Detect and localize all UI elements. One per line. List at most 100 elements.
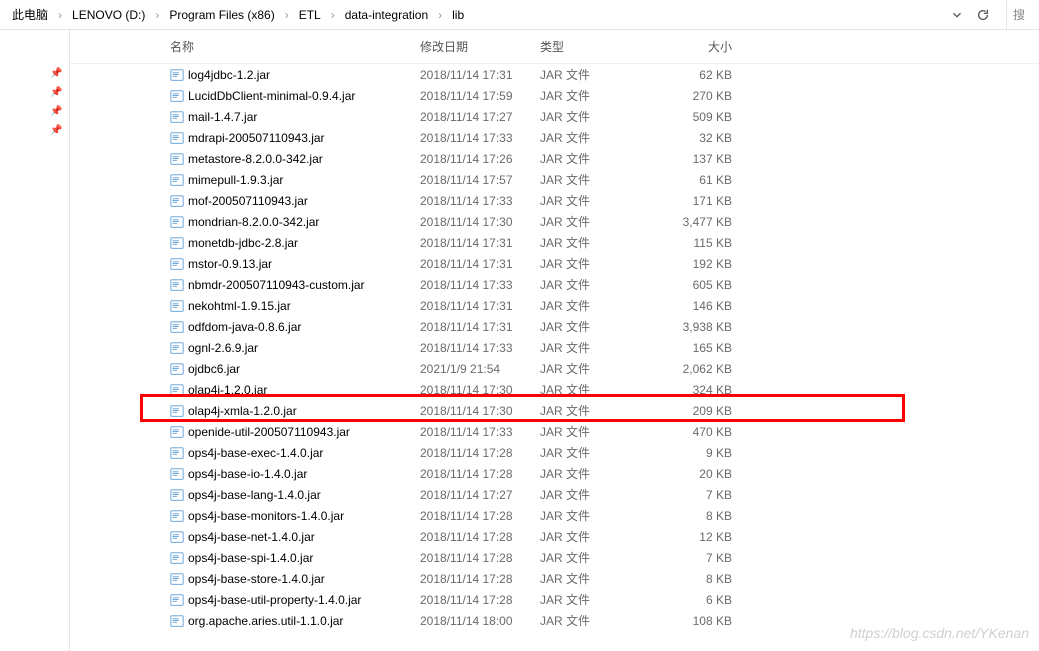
column-name[interactable]: 名称	[170, 38, 420, 55]
file-row[interactable]: ops4j-base-spi-1.4.0.jar2018/11/14 17:28…	[70, 547, 1039, 568]
file-name: ops4j-base-spi-1.4.0.jar	[170, 551, 420, 565]
file-name: org.apache.aries.util-1.1.0.jar	[170, 614, 420, 628]
file-type: JAR 文件	[540, 129, 660, 146]
file-row[interactable]: nekohtml-1.9.15.jar2018/11/14 17:31JAR 文…	[70, 295, 1039, 316]
file-row[interactable]: olap4j-xmla-1.2.0.jar2018/11/14 17:30JAR…	[70, 400, 1039, 421]
file-name: ops4j-base-lang-1.4.0.jar	[170, 488, 420, 502]
file-size: 108 KB	[660, 614, 740, 628]
file-size: 2,062 KB	[660, 362, 740, 376]
file-name: metastore-8.2.0.0-342.jar	[170, 152, 420, 166]
file-date: 2018/11/14 17:28	[420, 530, 540, 544]
file-row[interactable]: ops4j-base-store-1.4.0.jar2018/11/14 17:…	[70, 568, 1039, 589]
file-type: JAR 文件	[540, 528, 660, 545]
file-name: nbmdr-200507110943-custom.jar	[170, 278, 420, 292]
file-date: 2018/11/14 17:28	[420, 551, 540, 565]
file-row[interactable]: LucidDbClient-minimal-0.9.4.jar2018/11/1…	[70, 85, 1039, 106]
file-date: 2018/11/14 17:31	[420, 257, 540, 271]
file-row[interactable]: mstor-0.9.13.jar2018/11/14 17:31JAR 文件19…	[70, 253, 1039, 274]
file-size: 6 KB	[660, 593, 740, 607]
file-name: olap4j-1.2.0.jar	[170, 383, 420, 397]
breadcrumb-root[interactable]: 此电脑	[8, 4, 52, 25]
file-name: ops4j-base-monitors-1.4.0.jar	[170, 509, 420, 523]
breadcrumb-folder[interactable]: Program Files (x86)	[165, 6, 278, 24]
file-name: mondrian-8.2.0.0-342.jar	[170, 215, 420, 229]
file-size: 605 KB	[660, 278, 740, 292]
file-date: 2018/11/14 17:28	[420, 572, 540, 586]
file-row[interactable]: org.apache.aries.util-1.1.0.jar2018/11/1…	[70, 610, 1039, 631]
file-row[interactable]: mimepull-1.9.3.jar2018/11/14 17:57JAR 文件…	[70, 169, 1039, 190]
file-type: JAR 文件	[540, 192, 660, 209]
file-type: JAR 文件	[540, 591, 660, 608]
file-date: 2018/11/14 17:57	[420, 173, 540, 187]
breadcrumb-sep: ›	[436, 8, 444, 22]
breadcrumb-current[interactable]: lib	[448, 6, 468, 24]
search-input[interactable]: 搜	[1006, 0, 1031, 29]
breadcrumb-sep: ›	[283, 8, 291, 22]
file-list: log4jdbc-1.2.jar2018/11/14 17:31JAR 文件62…	[70, 64, 1039, 631]
file-date: 2018/11/14 17:59	[420, 89, 540, 103]
file-name: ojdbc6.jar	[170, 362, 420, 376]
file-row[interactable]: metastore-8.2.0.0-342.jar2018/11/14 17:2…	[70, 148, 1039, 169]
file-name: log4jdbc-1.2.jar	[170, 68, 420, 82]
column-date[interactable]: 修改日期	[420, 38, 540, 55]
file-row[interactable]: ops4j-base-exec-1.4.0.jar2018/11/14 17:2…	[70, 442, 1039, 463]
file-size: 32 KB	[660, 131, 740, 145]
file-row[interactable]: openide-util-200507110943.jar2018/11/14 …	[70, 421, 1039, 442]
column-type[interactable]: 类型	[540, 38, 660, 55]
file-date: 2018/11/14 17:31	[420, 236, 540, 250]
file-type: JAR 文件	[540, 297, 660, 314]
file-date: 2018/11/14 17:33	[420, 194, 540, 208]
file-size: 192 KB	[660, 257, 740, 271]
file-row[interactable]: ops4j-base-util-property-1.4.0.jar2018/1…	[70, 589, 1039, 610]
file-row[interactable]: nbmdr-200507110943-custom.jar2018/11/14 …	[70, 274, 1039, 295]
refresh-icon[interactable]	[976, 8, 990, 22]
file-row[interactable]: odfdom-java-0.8.6.jar2018/11/14 17:31JAR…	[70, 316, 1039, 337]
file-date: 2018/11/14 17:31	[420, 68, 540, 82]
breadcrumb-folder[interactable]: ETL	[295, 6, 325, 24]
breadcrumb-folder[interactable]: data-integration	[341, 6, 432, 24]
file-name: ops4j-base-exec-1.4.0.jar	[170, 446, 420, 460]
dropdown-icon[interactable]	[950, 8, 964, 22]
file-row[interactable]: ops4j-base-net-1.4.0.jar2018/11/14 17:28…	[70, 526, 1039, 547]
file-row[interactable]: ognl-2.6.9.jar2018/11/14 17:33JAR 文件165 …	[70, 337, 1039, 358]
file-type: JAR 文件	[540, 507, 660, 524]
file-size: 8 KB	[660, 509, 740, 523]
file-row[interactable]: olap4j-1.2.0.jar2018/11/14 17:30JAR 文件32…	[70, 379, 1039, 400]
file-name: mdrapi-200507110943.jar	[170, 131, 420, 145]
pin-icon[interactable]: 📌	[50, 125, 69, 136]
file-size: 115 KB	[660, 236, 740, 250]
file-row[interactable]: monetdb-jdbc-2.8.jar2018/11/14 17:31JAR …	[70, 232, 1039, 253]
file-type: JAR 文件	[540, 318, 660, 335]
column-size[interactable]: 大小	[660, 38, 740, 55]
file-type: JAR 文件	[540, 486, 660, 503]
pin-icon[interactable]: 📌	[50, 87, 69, 98]
pin-icon[interactable]: 📌	[50, 106, 69, 117]
file-row[interactable]: mof-200507110943.jar2018/11/14 17:33JAR …	[70, 190, 1039, 211]
column-headers: 名称 修改日期 类型 大小	[70, 30, 1039, 64]
file-type: JAR 文件	[540, 612, 660, 629]
file-size: 509 KB	[660, 110, 740, 124]
file-type: JAR 文件	[540, 402, 660, 419]
file-type: JAR 文件	[540, 570, 660, 587]
file-date: 2018/11/14 17:30	[420, 383, 540, 397]
breadcrumb-sep: ›	[153, 8, 161, 22]
file-date: 2018/11/14 17:31	[420, 299, 540, 313]
breadcrumb-drive[interactable]: LENOVO (D:)	[68, 6, 149, 24]
file-name: ops4j-base-net-1.4.0.jar	[170, 530, 420, 544]
file-name: ops4j-base-io-1.4.0.jar	[170, 467, 420, 481]
file-size: 209 KB	[660, 404, 740, 418]
file-row[interactable]: mail-1.4.7.jar2018/11/14 17:27JAR 文件509 …	[70, 106, 1039, 127]
file-date: 2018/11/14 17:28	[420, 593, 540, 607]
file-row[interactable]: ojdbc6.jar2021/1/9 21:54JAR 文件2,062 KB	[70, 358, 1039, 379]
file-size: 137 KB	[660, 152, 740, 166]
pin-icon[interactable]: 📌	[50, 68, 69, 79]
file-row[interactable]: ops4j-base-io-1.4.0.jar2018/11/14 17:28J…	[70, 463, 1039, 484]
file-row[interactable]: mondrian-8.2.0.0-342.jar2018/11/14 17:30…	[70, 211, 1039, 232]
file-row[interactable]: mdrapi-200507110943.jar2018/11/14 17:33J…	[70, 127, 1039, 148]
file-date: 2018/11/14 17:33	[420, 425, 540, 439]
file-row[interactable]: ops4j-base-monitors-1.4.0.jar2018/11/14 …	[70, 505, 1039, 526]
file-date: 2021/1/9 21:54	[420, 362, 540, 376]
file-date: 2018/11/14 17:28	[420, 509, 540, 523]
file-row[interactable]: log4jdbc-1.2.jar2018/11/14 17:31JAR 文件62…	[70, 64, 1039, 85]
file-row[interactable]: ops4j-base-lang-1.4.0.jar2018/11/14 17:2…	[70, 484, 1039, 505]
